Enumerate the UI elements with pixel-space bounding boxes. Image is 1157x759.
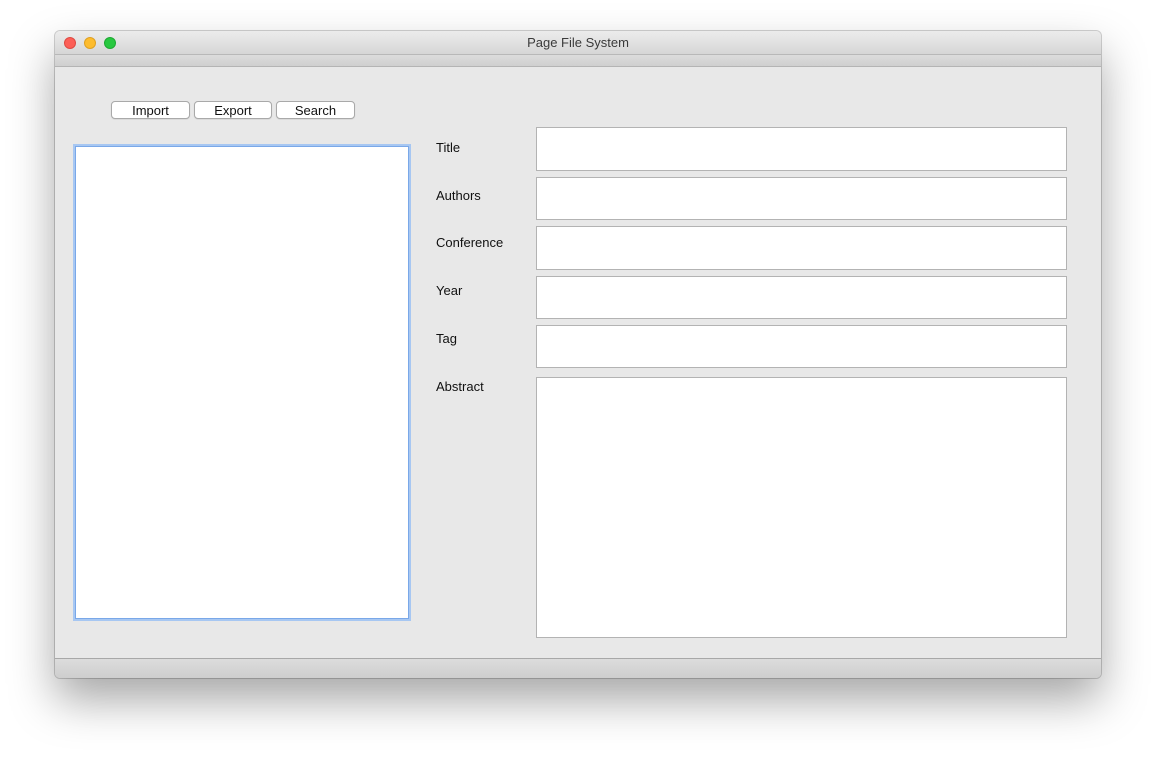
year-label: Year [436,283,463,298]
abstract-label: Abstract [436,379,484,394]
status-bar [55,658,1101,678]
authors-field[interactable] [536,177,1067,220]
title-field[interactable] [536,127,1067,171]
tag-label: Tag [436,331,457,346]
abstract-textarea[interactable] [536,377,1067,638]
tag-field[interactable] [536,325,1067,368]
authors-label: Authors [436,188,481,203]
conference-field[interactable] [536,226,1067,270]
window-title: Page File System [527,35,629,50]
search-button[interactable]: Search [276,101,355,119]
paper-list[interactable] [75,146,409,619]
title-bar[interactable]: Page File System [55,31,1101,55]
conference-label: Conference [436,235,504,250]
title-label: Title [436,140,461,155]
app-window: Page File System Import Export Search Ti… [55,31,1101,678]
import-button[interactable]: Import [111,101,190,119]
export-button[interactable]: Export [194,101,272,119]
year-field[interactable] [536,276,1067,319]
toolbar-strip [55,55,1101,67]
